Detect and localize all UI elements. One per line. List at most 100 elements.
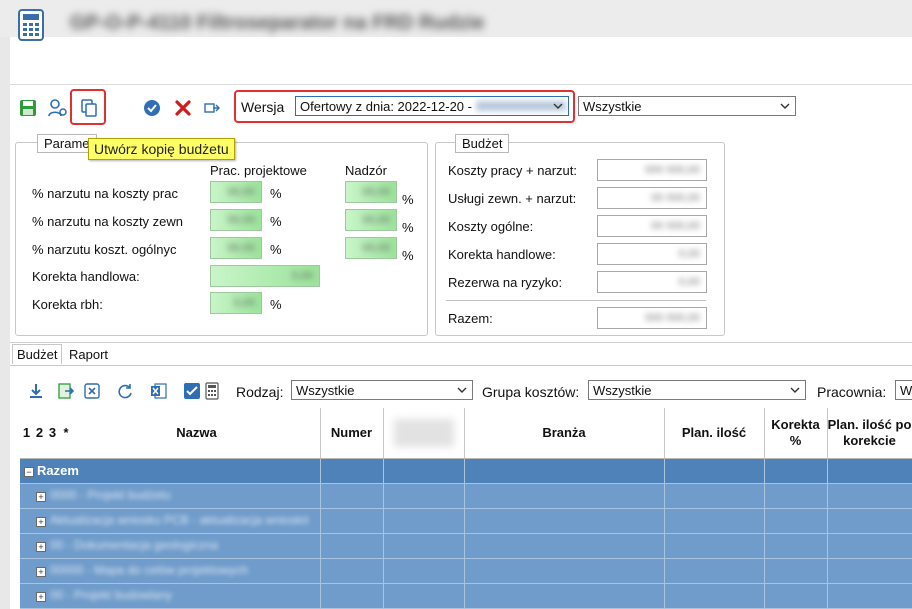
param-field[interactable]: 00,00 — [345, 181, 397, 203]
col-branza[interactable]: Branża — [464, 408, 665, 458]
chevron-down-icon — [790, 387, 800, 393]
approve-icon[interactable] — [142, 98, 162, 118]
pracownia-label: Pracownia: — [817, 384, 887, 400]
budget-label: Koszty ogólne: — [448, 219, 534, 234]
param-field[interactable]: 00,00 — [345, 237, 397, 259]
budget-label: Usługi zewn. + narzut: — [448, 191, 577, 206]
row-name: 0000 - Projekt budżetu — [50, 488, 171, 502]
budget-label: Korekta handlowe: — [448, 247, 556, 262]
chevron-down-icon — [780, 103, 790, 109]
delete-icon[interactable] — [173, 98, 193, 118]
refresh-icon[interactable] — [115, 381, 135, 401]
scope-value: Wszystkie — [583, 98, 642, 114]
budget-value: 0,00 — [597, 243, 707, 265]
rodzaj-select[interactable]: Wszystkie — [291, 380, 473, 400]
param-field[interactable]: 00,00 — [210, 181, 262, 203]
col-prac-projektowe: Prac. projektowe — [210, 163, 307, 178]
budget-value: 00 000,00 — [597, 187, 707, 209]
percent-sign: % — [270, 186, 282, 201]
rodzaj-label: Rodzaj: — [236, 384, 284, 400]
grid-header: 1 2 3 * Nazwa Numer Branża Plan. ilość K… — [20, 408, 912, 459]
budget-group-title: Budżet — [455, 134, 510, 153]
col-hidden[interactable] — [383, 408, 465, 458]
grupa-value: Wszystkie — [593, 382, 652, 398]
version-label: Wersja — [241, 99, 285, 115]
table-row[interactable]: + 0000 - Projekt budżetu — [20, 484, 912, 509]
budget-value: 000 000,00 — [597, 159, 707, 181]
param-field[interactable]: 00,00 — [210, 237, 262, 259]
budget-label: Koszty pracy + narzut: — [448, 163, 577, 178]
tab-raport[interactable]: Raport — [65, 345, 112, 364]
exit-icon[interactable] — [202, 98, 222, 118]
col-plan-ilosc[interactable]: Plan. ilość — [664, 408, 765, 458]
col-level-3[interactable]: 3 — [46, 408, 59, 458]
korekta-rbh-label: Korekta rbh: — [32, 297, 103, 312]
tab-budzet[interactable]: Budżet — [12, 344, 63, 364]
budget-value: 0,00 — [597, 271, 707, 293]
param-field[interactable]: 00,00 — [210, 209, 262, 231]
table-row[interactable]: + Aktualizacja wniosku PCB - aktualizacj… — [20, 509, 912, 534]
collapse-icon[interactable]: − — [24, 467, 34, 477]
expand-icon[interactable]: + — [36, 517, 46, 527]
table-row[interactable]: + 00 - Projekt budowlany — [20, 584, 912, 609]
percent-sign: % — [402, 248, 414, 263]
divider — [10, 84, 912, 85]
expand-icon[interactable]: + — [36, 492, 46, 502]
param-field[interactable]: 00,00 — [345, 209, 397, 231]
copy-budget-tooltip: Utwórz kopię budżetu — [88, 138, 235, 160]
col-numer[interactable]: Numer — [320, 408, 384, 458]
user-settings-icon[interactable] — [48, 98, 68, 118]
save-icon[interactable] — [18, 98, 38, 118]
korekta-handlowa-field[interactable]: 0,00 — [210, 265, 320, 287]
korekta-rbh-field[interactable]: 0,00 — [210, 292, 262, 314]
table-row[interactable]: + 00000 - Mapa do celów projektowych — [20, 559, 912, 584]
chevron-down-icon — [553, 103, 563, 109]
col-korekta[interactable]: Korekta % — [764, 408, 828, 458]
grupa-select[interactable]: Wszystkie — [588, 380, 806, 400]
param-label: % narzutu koszt. ogólnyc — [32, 242, 177, 257]
chevron-down-icon — [457, 387, 467, 393]
excel-icon[interactable] — [149, 381, 169, 401]
divider — [10, 365, 912, 366]
col-level-2[interactable]: 2 — [33, 408, 46, 458]
col-nadzor: Nadzór — [345, 163, 387, 178]
divider — [446, 300, 706, 301]
percent-sign: % — [270, 214, 282, 229]
grupa-label: Grupa kosztów: — [482, 384, 580, 400]
calculator-icon — [14, 8, 48, 42]
budget-label: Rezerwa na ryzyko: — [448, 275, 563, 290]
budget-total-label: Razem: — [448, 311, 493, 326]
checkbox-icon[interactable] — [182, 381, 202, 401]
col-plan-ilosc-po-korekcie[interactable]: Plan. ilość po korekcie — [827, 408, 912, 458]
row-name: Aktualizacja wniosku PCB - aktualizacja … — [50, 513, 309, 527]
row-name: 00 - Projekt budowlany — [50, 588, 173, 602]
expand-icon[interactable]: + — [36, 592, 46, 602]
col-nazwa[interactable]: Nazwa — [73, 408, 321, 458]
expand-icon[interactable]: + — [36, 567, 46, 577]
close-icon[interactable] — [82, 381, 102, 401]
download-icon[interactable] — [26, 381, 46, 401]
budget-value: 00 000,00 — [597, 215, 707, 237]
percent-sign: % — [270, 297, 282, 312]
calculator-small-icon[interactable] — [202, 381, 222, 401]
version-select[interactable]: Ofertowy z dnia: 2022-12-20 - — [295, 96, 569, 116]
col-star[interactable]: * — [59, 408, 73, 458]
pracownia-select[interactable]: W — [895, 380, 912, 400]
table-row[interactable]: − Razem — [20, 459, 912, 484]
table-row[interactable]: + 00 - Dokumentacja geologiczna — [20, 534, 912, 559]
row-name: 00 - Dokumentacja geologiczna — [50, 538, 219, 552]
percent-sign: % — [402, 220, 414, 235]
copy-budget-button[interactable] — [79, 98, 99, 118]
export-icon[interactable] — [56, 381, 76, 401]
pracownia-value: W — [900, 382, 912, 398]
korekta-handlowa-label: Korekta handlowa: — [32, 269, 140, 284]
expand-icon[interactable]: + — [36, 542, 46, 552]
version-value: Ofertowy z dnia: 2022-12-20 - — [300, 98, 472, 114]
budget-total-value: 000 000,00 — [597, 307, 707, 329]
rodzaj-value: Wszystkie — [296, 382, 355, 398]
scope-select[interactable]: Wszystkie — [578, 96, 796, 116]
divider — [10, 342, 912, 343]
row-name: 00000 - Mapa do celów projektowych — [50, 563, 249, 577]
budget-grid: 1 2 3 * Nazwa Numer Branża Plan. ilość K… — [20, 408, 912, 609]
col-level-1[interactable]: 1 — [20, 408, 33, 458]
